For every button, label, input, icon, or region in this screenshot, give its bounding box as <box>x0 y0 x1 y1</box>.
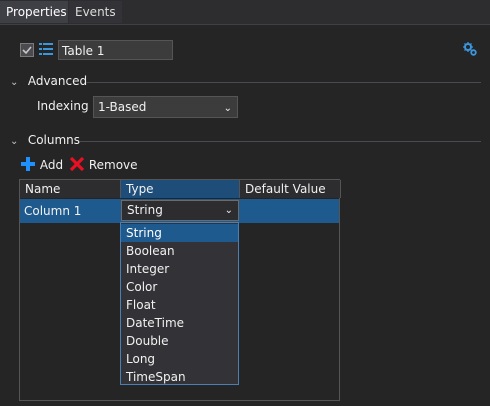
add-label: Add <box>39 158 64 172</box>
option-float[interactable]: Float <box>121 296 238 314</box>
type-dropdown-list: String Boolean Integer Color Float DateT… <box>120 222 239 385</box>
chevron-down-icon: ⌄ <box>10 136 19 147</box>
tab-bar: Properties Events <box>0 0 490 24</box>
option-long[interactable]: Long <box>121 350 238 368</box>
header-default-value[interactable]: Default Value <box>240 180 341 198</box>
indexing-label: Indexing <box>37 99 89 113</box>
option-integer[interactable]: Integer <box>121 260 238 278</box>
tab-events[interactable]: Events <box>68 1 122 23</box>
add-column-button[interactable]: Add <box>20 156 63 172</box>
enabled-checkbox[interactable] <box>20 43 34 57</box>
remove-label: Remove <box>88 158 138 172</box>
name-field[interactable]: Table 1 <box>58 40 173 60</box>
tab-properties[interactable]: Properties <box>0 1 73 23</box>
option-boolean[interactable]: Boolean <box>121 242 238 260</box>
option-string[interactable]: String <box>121 224 238 242</box>
advanced-title: Advanced <box>27 74 88 88</box>
option-color[interactable]: Color <box>121 278 238 296</box>
list-icon <box>38 41 54 60</box>
chevron-down-icon: ⌄ <box>223 103 232 114</box>
option-timespan[interactable]: TimeSpan <box>121 368 238 386</box>
indexing-value: 1-Based <box>98 100 147 114</box>
columns-section-header[interactable]: ⌄ Columns <box>10 133 80 147</box>
gear-icon[interactable] <box>462 41 478 60</box>
cell-name[interactable]: Column 1 <box>20 199 121 223</box>
header-name[interactable]: Name <box>20 180 121 198</box>
option-datetime[interactable]: DateTime <box>121 314 238 332</box>
header-type[interactable]: Type <box>121 180 240 198</box>
chevron-down-icon: ⌄ <box>224 205 233 216</box>
remove-column-button[interactable]: Remove <box>69 156 138 172</box>
table-row[interactable]: Column 1 String ⌄ <box>20 199 339 223</box>
cell-default-value[interactable] <box>240 199 339 223</box>
columns-title: Columns <box>27 133 81 147</box>
option-double[interactable]: Double <box>121 332 238 350</box>
x-icon <box>69 156 85 172</box>
advanced-section-header[interactable]: ⌄ Advanced <box>10 74 87 88</box>
plus-icon <box>21 157 35 171</box>
check-icon <box>22 46 32 55</box>
type-value: String <box>127 203 163 217</box>
chevron-down-icon: ⌄ <box>10 77 19 88</box>
type-select[interactable]: String ⌄ <box>121 200 239 221</box>
indexing-select[interactable]: 1-Based ⌄ <box>93 96 238 118</box>
